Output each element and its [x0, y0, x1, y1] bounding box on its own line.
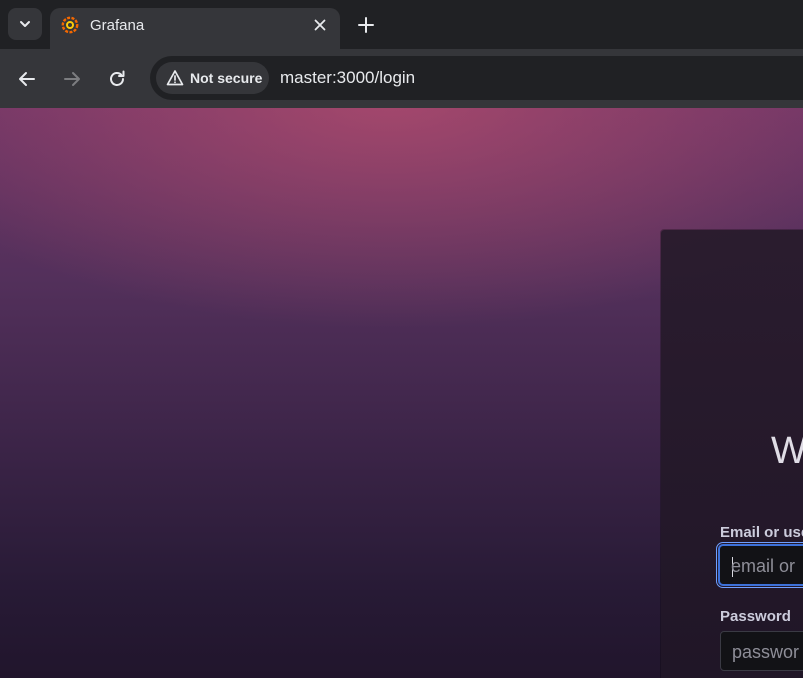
- arrow-right-icon[interactable]: [61, 68, 83, 90]
- chevron-down-icon: [20, 21, 30, 27]
- plus-icon[interactable]: [355, 14, 377, 36]
- password-label: Password: [720, 608, 791, 625]
- password-placeholder: passwor: [732, 642, 800, 662]
- email-label: Email or use: [720, 524, 803, 541]
- browser-tab-grafana[interactable]: Grafana: [50, 8, 340, 49]
- grafana-logo-icon: [61, 16, 79, 34]
- email-field[interactable]: email or: [716, 542, 803, 588]
- login-panel: W Email or use email or Password passwor: [661, 230, 803, 678]
- email-placeholder: email or: [731, 556, 796, 576]
- security-label: Not secure: [190, 70, 263, 86]
- security-indicator[interactable]: Not secure: [156, 62, 269, 94]
- tab-title: Grafana: [90, 17, 145, 34]
- arrow-left-icon[interactable]: [16, 68, 38, 90]
- password-field[interactable]: passwor: [720, 631, 803, 671]
- warning-icon: [166, 70, 184, 86]
- url-text[interactable]: master:3000/login: [280, 68, 415, 88]
- tab-strip: Grafana: [0, 0, 803, 49]
- reload-icon[interactable]: [106, 68, 128, 90]
- browser-toolbar: Not secure master:3000/login: [0, 49, 803, 108]
- grafana-login-page: W Email or use email or Password passwor: [0, 108, 803, 678]
- close-icon[interactable]: [312, 17, 328, 33]
- address-bar[interactable]: Not secure master:3000/login: [150, 56, 803, 100]
- welcome-heading: W: [771, 430, 803, 472]
- tab-search-button[interactable]: [8, 8, 42, 40]
